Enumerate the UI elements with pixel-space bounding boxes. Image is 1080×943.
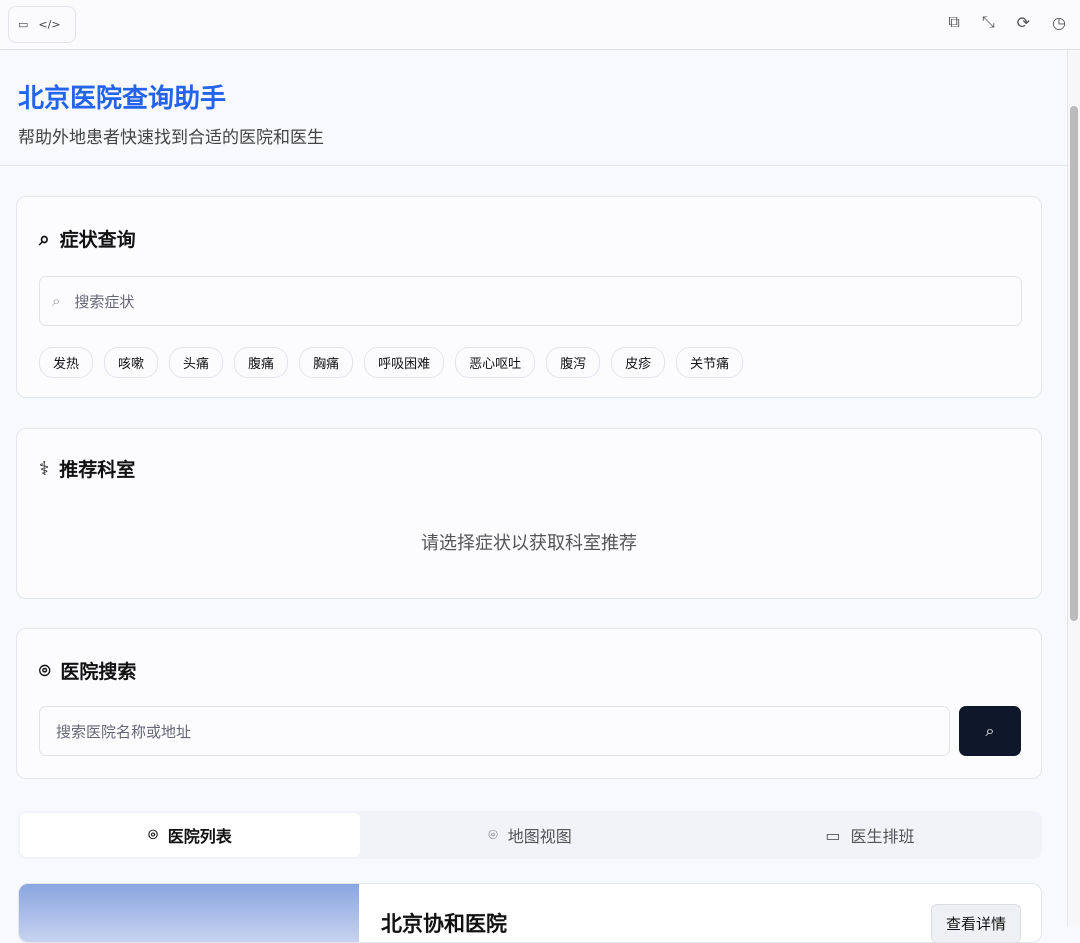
symptom-search-input[interactable]: ⌕ 搜索症状: [39, 276, 1022, 326]
symptom-chip[interactable]: 咳嗽: [104, 347, 159, 378]
tab-label: 地图视图: [507, 827, 572, 846]
symptom-chip[interactable]: 呼吸困难: [364, 347, 445, 378]
map-pin-icon: ⌾: [39, 659, 51, 682]
calendar-icon: ▭: [825, 825, 841, 845]
symptom-chip[interactable]: 恶心呕吐: [455, 347, 536, 378]
expand-icon[interactable]: ⤡: [982, 12, 995, 32]
hospital-card: 北京协和医院 查看详情: [18, 883, 1042, 943]
view-toggle[interactable]: ▭ </>: [8, 6, 76, 43]
symptom-chip[interactable]: 头痛: [169, 347, 224, 378]
page-title: 北京医院查询助手: [18, 84, 227, 114]
symptom-placeholder: 搜索症状: [74, 292, 135, 311]
symptom-title: 症状查询: [59, 229, 136, 251]
department-card: ⚕ 推荐科室 请选择症状以获取科室推荐: [16, 428, 1042, 599]
search-icon: ⌕: [52, 292, 61, 310]
hospital-search-input[interactable]: 搜索医院名称或地址: [39, 706, 950, 756]
browser-window-icon[interactable]: ▭: [18, 18, 28, 31]
hospital-search-title: 医院搜索: [60, 661, 137, 683]
view-tabs: ⌾ 医院列表 ⌾ 地图视图 ▭ 医生排班: [18, 811, 1042, 859]
toolbar: ▭ </> ⧉ ⤡ ⟳ ◷: [0, 0, 1080, 50]
scrollbar-track[interactable]: [1067, 51, 1080, 927]
symptom-chip[interactable]: 皮疹: [611, 347, 666, 378]
symptom-chip[interactable]: 腹痛: [234, 347, 289, 378]
symptom-chip[interactable]: 腹泻: [546, 347, 601, 378]
tab-doctor-schedule[interactable]: ▭ 医生排班: [700, 813, 1040, 857]
hospital-image: [19, 884, 359, 942]
symptom-chip[interactable]: 胸痛: [299, 347, 354, 378]
page-subtitle: 帮助外地患者快速找到合适的医院和医生: [18, 128, 324, 148]
tab-hospital-list[interactable]: ⌾ 医院列表: [20, 813, 360, 857]
map-pin-icon: ⌾: [488, 825, 498, 844]
symptom-card: ⌕ 症状查询 ⌕ 搜索症状 发热 咳嗽 头痛 腹痛 胸痛 呼吸困难 恶心呕吐 腹泻 皮疹 关节痛: [16, 196, 1042, 398]
symptom-chip[interactable]: 关节痛: [676, 347, 744, 378]
search-button[interactable]: ⌕: [959, 706, 1021, 756]
symptom-chip[interactable]: 发热: [39, 347, 94, 378]
history-icon[interactable]: ◷: [1052, 13, 1066, 32]
search-icon: ⌕: [39, 227, 50, 250]
department-title: 推荐科室: [59, 459, 136, 481]
device-icon[interactable]: ⧉: [948, 12, 959, 32]
scrollbar-thumb[interactable]: [1070, 106, 1078, 621]
tab-label: 医院列表: [167, 827, 232, 846]
hospital-name: 北京协和医院: [381, 912, 507, 936]
stethoscope-icon: ⚕: [39, 457, 50, 480]
hospital-search-card: ⌾ 医院搜索 搜索医院名称或地址 ⌕: [16, 628, 1042, 779]
code-icon[interactable]: </>: [38, 18, 60, 31]
refresh-icon[interactable]: ⟳: [1017, 13, 1030, 32]
view-details-button[interactable]: 查看详情: [930, 904, 1021, 942]
tab-label: 医生排班: [850, 827, 915, 846]
hospital-search-placeholder: 搜索医院名称或地址: [56, 722, 192, 741]
department-empty-text: 请选择症状以获取科室推荐: [421, 533, 637, 554]
search-icon: ⌕: [985, 721, 995, 740]
page-header: 北京医院查询助手 帮助外地患者快速找到合适的医院和医生: [0, 50, 1080, 166]
tab-map-view[interactable]: ⌾ 地图视图: [360, 813, 700, 857]
map-pin-icon: ⌾: [148, 825, 158, 844]
